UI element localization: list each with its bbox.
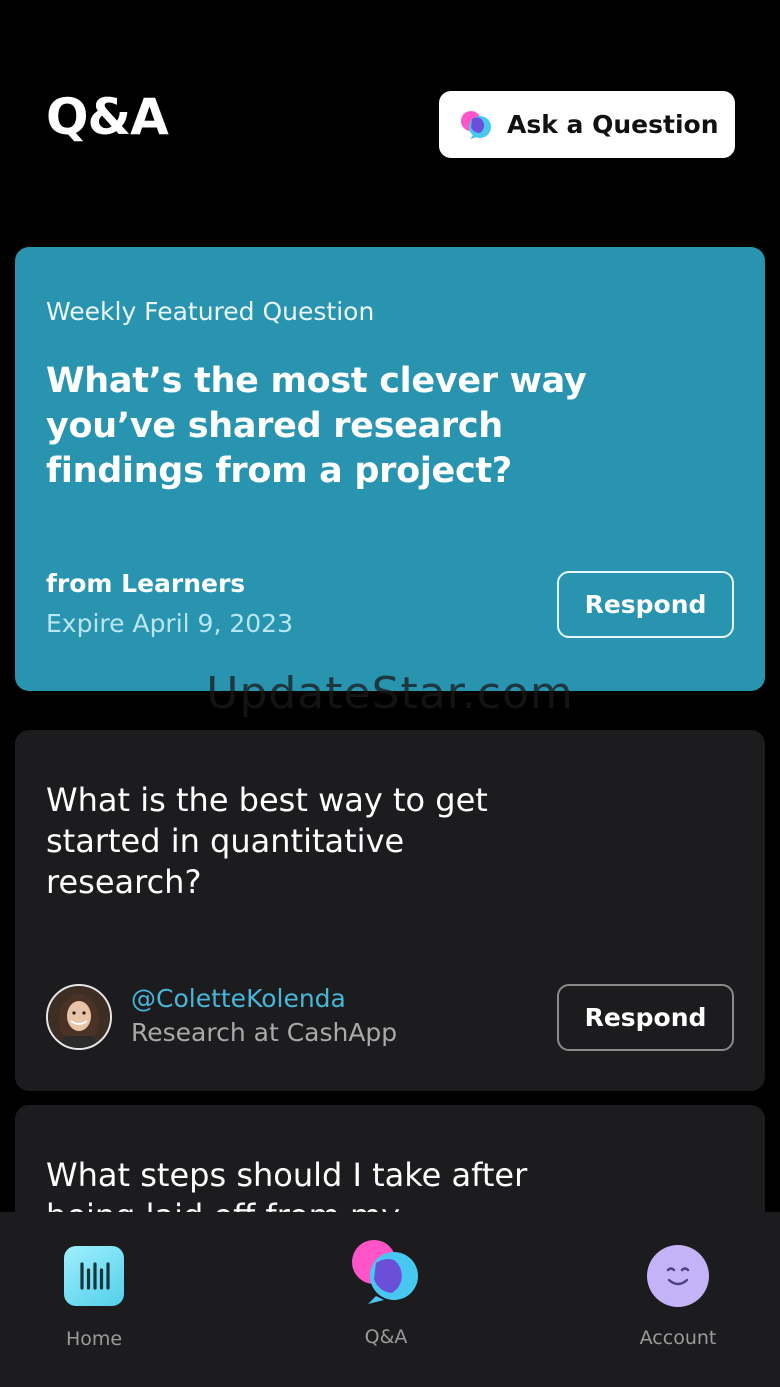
tab-home[interactable]: Home bbox=[34, 1244, 154, 1350]
user-photo-icon bbox=[48, 986, 110, 1048]
qa-screen: Q&A Ask a Question Weekly Featured Quest… bbox=[0, 0, 780, 1387]
featured-expiry: Expire April 9, 2023 bbox=[46, 609, 293, 638]
featured-question-card[interactable]: Weekly Featured Question What’s the most… bbox=[15, 247, 765, 691]
ask-question-button[interactable]: Ask a Question bbox=[439, 91, 735, 158]
qa-chat-icon bbox=[352, 1240, 418, 1304]
avatar[interactable] bbox=[46, 984, 112, 1050]
header: Q&A Ask a Question bbox=[0, 0, 780, 230]
question-card[interactable]: What is the best way to get started in q… bbox=[15, 730, 765, 1091]
author-handle[interactable]: @ColetteKolenda bbox=[131, 984, 346, 1013]
tab-account-label: Account bbox=[639, 1327, 717, 1349]
tab-account[interactable]: Account bbox=[618, 1244, 738, 1349]
featured-kicker: Weekly Featured Question bbox=[46, 297, 375, 326]
question-text: What is the best way to get started in q… bbox=[46, 781, 488, 901]
ask-question-label: Ask a Question bbox=[507, 110, 719, 139]
author-role: Research at CashApp bbox=[131, 1018, 398, 1047]
bottom-tab-bar: Home Q&A Account bbox=[0, 1212, 780, 1387]
tab-qa[interactable]: Q&A bbox=[326, 1240, 446, 1348]
featured-source: from Learners bbox=[46, 569, 246, 598]
tab-home-label: Home bbox=[65, 1328, 123, 1350]
home-icon bbox=[64, 1246, 124, 1306]
tab-qa-label: Q&A bbox=[364, 1326, 408, 1348]
featured-question-text: What’s the most clever way you’ve shared… bbox=[46, 361, 587, 491]
chat-bubbles-icon bbox=[461, 110, 491, 139]
smile-face-icon bbox=[647, 1245, 709, 1307]
featured-respond-button[interactable]: Respond bbox=[557, 571, 734, 638]
page-title: Q&A bbox=[46, 88, 169, 146]
respond-button[interactable]: Respond bbox=[557, 984, 734, 1051]
